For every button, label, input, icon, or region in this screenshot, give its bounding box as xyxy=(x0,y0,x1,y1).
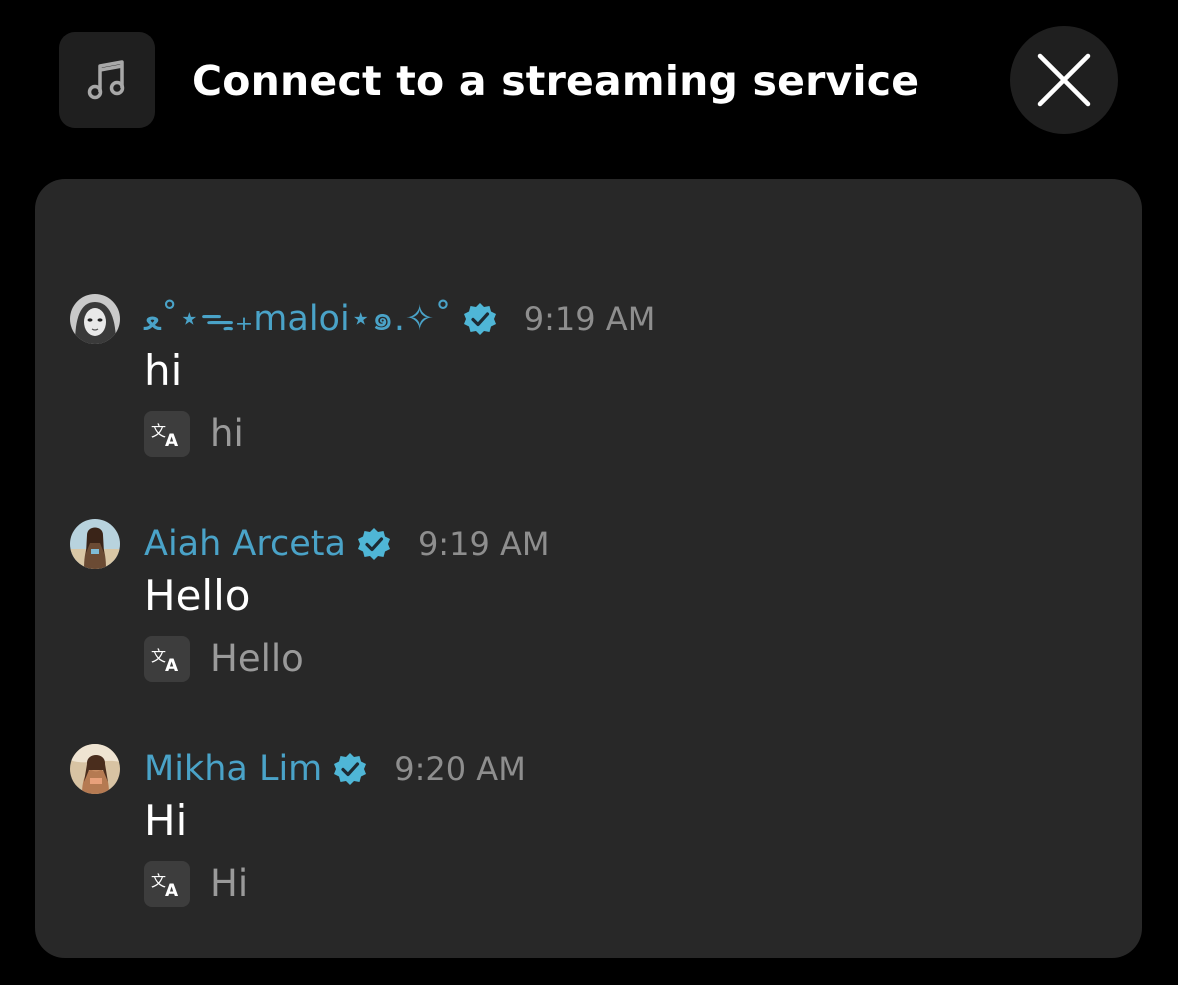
avatar[interactable] xyxy=(70,744,120,794)
music-service-button[interactable] xyxy=(59,32,155,128)
message-header: ﻌ˚⋆ᯓ₊maloi⋆๑.✧˚ 9:19 AM xyxy=(144,294,655,344)
author-name[interactable]: Mikha Lim xyxy=(144,744,322,794)
music-note-icon xyxy=(87,60,125,100)
translation-row: 文 A Hi xyxy=(144,860,248,908)
translated-text: hi xyxy=(210,412,244,455)
message-text: Hello xyxy=(144,571,251,620)
translate-button[interactable]: 文 A xyxy=(144,411,190,457)
close-icon xyxy=(1037,53,1091,107)
svg-text:A: A xyxy=(165,656,179,674)
verified-badge-icon xyxy=(334,753,367,785)
bottom-edge xyxy=(0,975,1178,985)
translate-icon: 文 A xyxy=(151,647,179,674)
author-name[interactable]: ﻌ˚⋆ᯓ₊maloi⋆๑.✧˚ xyxy=(144,294,452,344)
translate-icon: 文 A xyxy=(151,872,179,899)
message-text: hi xyxy=(144,346,183,395)
message-timestamp: 9:19 AM xyxy=(523,300,656,338)
svg-text:A: A xyxy=(165,881,179,899)
close-button[interactable] xyxy=(1010,26,1118,134)
verified-badge-icon xyxy=(463,303,496,335)
svg-text:文: 文 xyxy=(151,422,166,440)
translate-icon: 文 A xyxy=(151,422,179,449)
message-text: Hi xyxy=(144,796,188,845)
verified-badge-icon xyxy=(357,528,390,560)
translated-text: Hello xyxy=(210,637,304,680)
svg-text:文: 文 xyxy=(151,647,166,665)
message-timestamp: 9:20 AM xyxy=(394,750,526,788)
chat-card: ﻌ˚⋆ᯓ₊maloi⋆๑.✧˚ 9:19 AM hi 文 A hi Aiah A… xyxy=(35,179,1142,958)
translation-row: 文 A hi xyxy=(144,410,244,458)
svg-text:文: 文 xyxy=(151,872,166,890)
message-timestamp: 9:19 AM xyxy=(417,525,550,563)
page-title: Connect to a streaming service xyxy=(192,57,920,105)
page: Connect to a streaming service ﻌ˚⋆ᯓ₊malo… xyxy=(0,0,1178,985)
translate-button[interactable]: 文 A xyxy=(144,861,190,907)
svg-text:A: A xyxy=(165,431,179,449)
message-header: Mikha Lim 9:20 AM xyxy=(144,744,526,794)
translation-row: 文 A Hello xyxy=(144,635,304,683)
message-header: Aiah Arceta 9:19 AM xyxy=(144,519,549,569)
translated-text: Hi xyxy=(210,862,249,905)
translate-button[interactable]: 文 A xyxy=(144,636,190,682)
avatar[interactable] xyxy=(70,294,120,344)
avatar[interactable] xyxy=(70,519,120,569)
author-name[interactable]: Aiah Arceta xyxy=(144,519,346,569)
